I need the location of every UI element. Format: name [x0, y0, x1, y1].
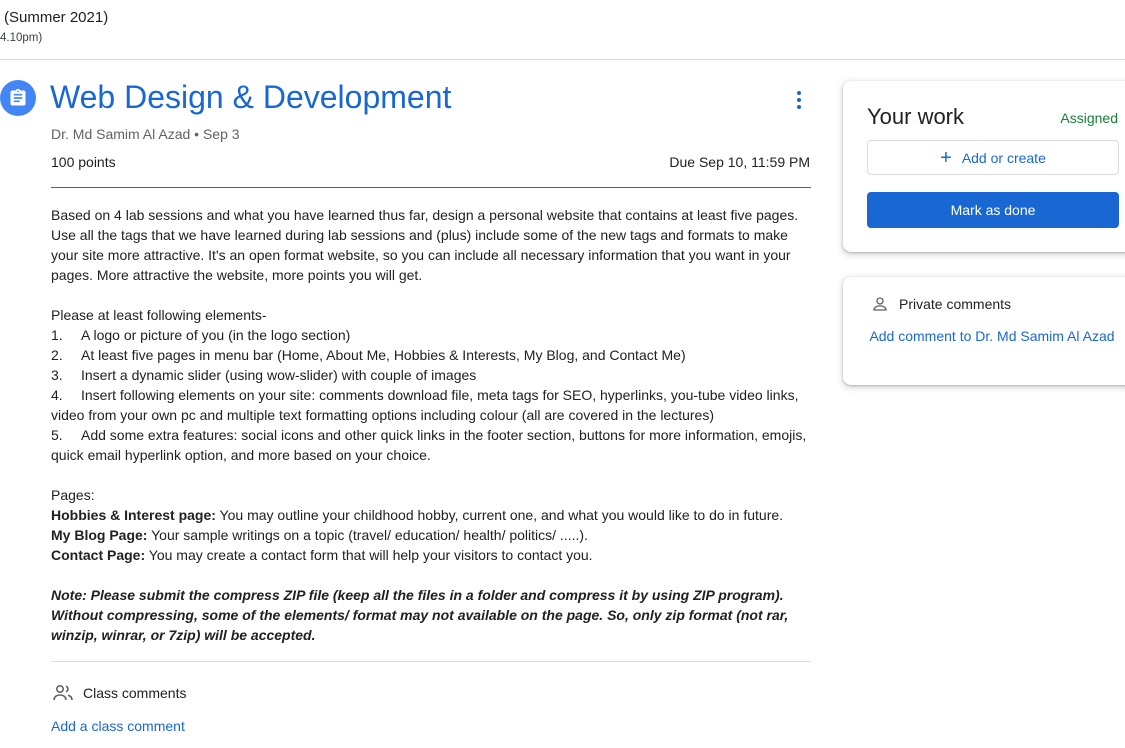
comments-divider	[51, 661, 811, 662]
people-icon	[53, 685, 73, 701]
list-number: 2.	[51, 347, 63, 363]
list-item: 3. Insert a dynamic slider (using wow-sl…	[51, 365, 811, 385]
assignment-meta: Dr. Md Samim Al Azad • Sep 3	[51, 126, 240, 142]
page-text: Your sample writings on a topic (travel/…	[147, 527, 588, 543]
description-intro: Based on 4 lab sessions and what you hav…	[51, 207, 799, 283]
your-work-title: Your work	[867, 104, 965, 129]
list-number: 5.	[51, 427, 63, 443]
more-options-icon[interactable]	[790, 88, 808, 112]
list-number: 4.	[51, 387, 63, 403]
assignment-description: Based on 4 lab sessions and what you hav…	[51, 205, 811, 645]
add-or-create-button[interactable]: + Add or create	[867, 140, 1119, 175]
plus-icon: +	[940, 146, 952, 169]
page-label: My Blog Page:	[51, 527, 148, 543]
page-description: Hobbies & Interest page: You may outline…	[51, 505, 811, 525]
assignment-icon	[0, 80, 36, 116]
post-date: Sep 3	[202, 126, 240, 142]
course-name: (Summer 2021)	[4, 9, 109, 26]
page-description: My Blog Page: Your sample writings on a …	[51, 525, 811, 545]
page-text: You may create a contact form that will …	[145, 547, 593, 563]
class-comments-label: Class comments	[83, 685, 187, 701]
list-number: 3.	[51, 367, 63, 383]
add-class-comment-link[interactable]: Add a class comment	[51, 718, 185, 734]
page-label: Contact Page:	[51, 547, 146, 563]
mark-as-done-button[interactable]: Mark as done	[867, 192, 1119, 228]
page-text: You may outline your childhood hobby, cu…	[215, 507, 784, 523]
list-item: 5. Add some extra features: social icons …	[51, 425, 811, 465]
list-text: Add some extra features: social icons an…	[51, 427, 807, 463]
course-header: (Summer 2021) 4.10pm)	[0, 0, 1125, 60]
list-number: 1.	[51, 327, 63, 343]
class-comments-header: Class comments	[51, 681, 186, 705]
private-comments-label: Private comments	[899, 296, 1012, 312]
add-private-comment-link[interactable]: Add comment to Dr. Md Samim Al Azad	[867, 324, 1117, 348]
list-item: 2. At least five pages in menu bar (Home…	[51, 345, 811, 365]
list-item: 1. A logo or picture of you (in the logo…	[51, 325, 811, 345]
pages-heading: Pages:	[51, 487, 95, 503]
submission-note: Note: Please submit the compress ZIP fil…	[51, 587, 789, 643]
elements-heading: Please at least following elements-	[51, 307, 267, 323]
header-divider	[51, 187, 811, 188]
due-date: Due Sep 10, 11:59 PM	[669, 154, 810, 170]
list-text: Insert a dynamic slider (using wow-slide…	[81, 367, 477, 383]
assignment-title: Web Design & Development	[50, 79, 452, 115]
private-comments-header: Private comments	[871, 295, 1011, 313]
status-badge: Assigned	[1060, 110, 1118, 126]
person-icon	[873, 297, 887, 311]
your-work-card: Your work Assigned + Add or create Mark …	[843, 81, 1125, 252]
course-time: 4.10pm)	[0, 32, 43, 44]
private-comments-card: Private comments Add comment to Dr. Md S…	[843, 277, 1125, 385]
list-item: 4. Insert following elements on your site…	[51, 385, 811, 425]
points-label: 100 points	[51, 154, 116, 170]
list-text: At least five pages in menu bar (Home, A…	[81, 347, 686, 363]
author-name: Dr. Md Samim Al Azad	[51, 126, 191, 142]
add-or-create-label: Add or create	[961, 149, 1046, 166]
page-label: Hobbies & Interest page:	[51, 507, 216, 523]
list-text: Insert following elements on your site: …	[51, 387, 799, 423]
list-text: A logo or picture of you (in the logo se…	[81, 327, 351, 343]
meta-separator: •	[190, 126, 203, 142]
page-description: Contact Page: You may create a contact f…	[51, 545, 811, 565]
